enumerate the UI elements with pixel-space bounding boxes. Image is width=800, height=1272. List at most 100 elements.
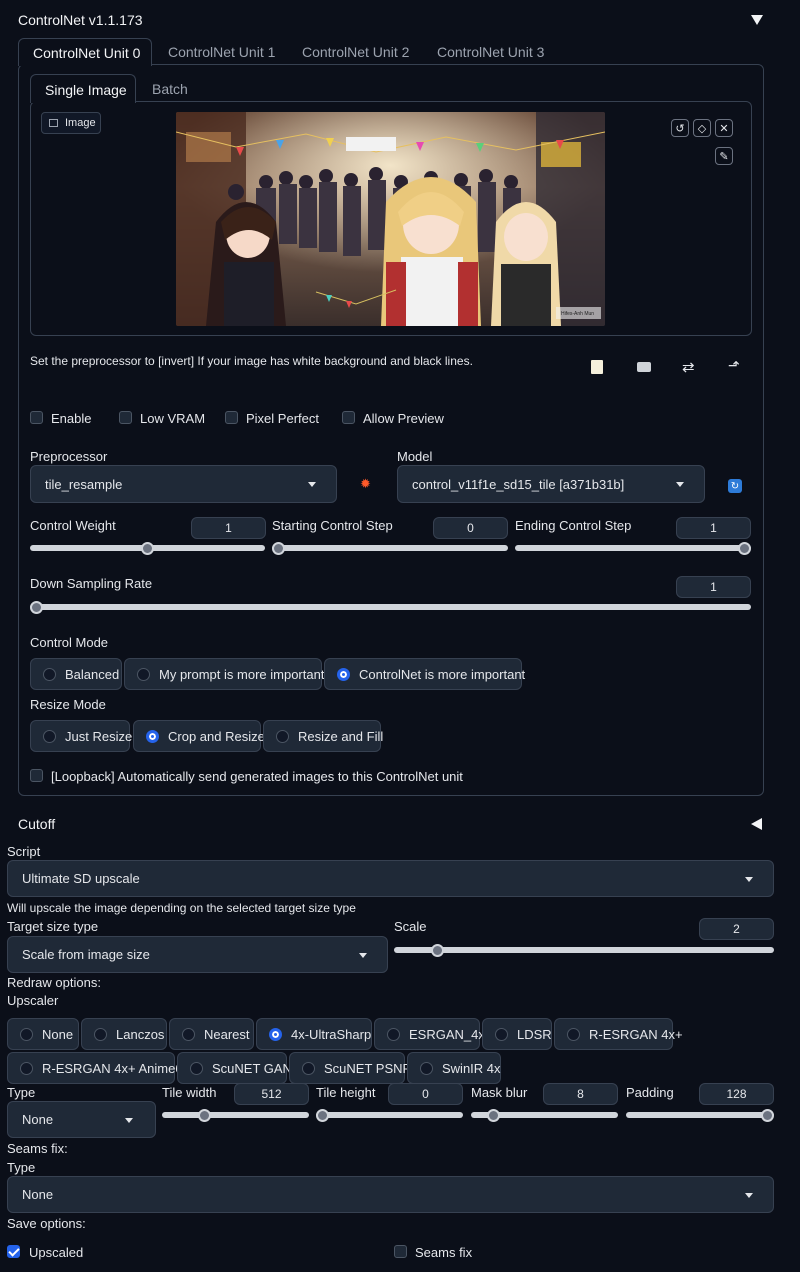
upscaler-lanczos[interactable]: Lanczos	[81, 1018, 167, 1050]
radio-label: ESRGAN_4x	[409, 1026, 485, 1042]
control-weight-slider[interactable]	[30, 541, 265, 555]
brush-icon[interactable]: ✎	[715, 147, 733, 165]
radio-dot	[94, 1027, 107, 1041]
allow-preview-checkbox[interactable]	[342, 411, 355, 424]
radio-dot	[276, 729, 289, 743]
slider-thumb[interactable]	[738, 541, 751, 555]
resize-mode-just-resize[interactable]: Just Resize	[30, 720, 132, 752]
scale-slider[interactable]	[394, 943, 774, 957]
refresh-models-icon[interactable]: ↻	[728, 479, 742, 493]
upscaler-4x-ultrasharp[interactable]: 4x-UltraSharp	[256, 1018, 372, 1050]
slider-thumb[interactable]	[272, 541, 285, 555]
radio-label: My prompt is more important	[159, 666, 325, 682]
controlnet-header[interactable]: ControlNet v1.1.173	[18, 12, 143, 28]
tile-height-input[interactable]: 0	[388, 1083, 463, 1105]
resize-mode-label: Resize Mode	[30, 697, 106, 712]
loopback-checkbox[interactable]	[30, 769, 43, 782]
slider-thumb[interactable]	[487, 1108, 501, 1122]
model-dropdown[interactable]: control_v11f1e_sd15_tile [a371b31b]	[397, 465, 705, 503]
down-sampling-rate-input[interactable]: 1	[676, 576, 751, 598]
slider-thumb[interactable]	[141, 541, 154, 555]
radio-dot	[337, 667, 350, 681]
tile-width-slider[interactable]	[162, 1108, 309, 1122]
scale-input[interactable]: 2	[699, 918, 774, 940]
tab-batch[interactable]: Batch	[152, 81, 188, 97]
upscaler-esrgan-4x[interactable]: ESRGAN_4x	[374, 1018, 485, 1050]
tab-controlnet-unit-3[interactable]: ControlNet Unit 3	[437, 44, 544, 60]
radio-dot	[20, 1061, 33, 1075]
rotate-icon[interactable]: ↺	[671, 119, 689, 137]
close-icon[interactable]: ✕	[715, 119, 733, 137]
radio-dot	[387, 1027, 400, 1041]
slider-thumb[interactable]	[761, 1108, 774, 1122]
resize-mode-crop-and-resize[interactable]: Crop and Resize	[133, 720, 265, 752]
model-value: control_v11f1e_sd15_tile [a371b31b]	[412, 476, 625, 492]
eraser-icon[interactable]: ◇	[693, 119, 711, 137]
mask-blur-slider[interactable]	[471, 1108, 618, 1122]
upscaler-r-esrgan-4x-plus-anime6b[interactable]: R-ESRGAN 4x+ Anime6B	[7, 1052, 191, 1084]
control-mode-prompt[interactable]: My prompt is more important	[124, 658, 325, 690]
image-icon	[49, 119, 58, 127]
tile-height-slider[interactable]	[316, 1108, 463, 1122]
target-size-type-dropdown[interactable]: Scale from image size	[7, 936, 388, 973]
seams-fix-header: Seams fix:	[7, 1141, 68, 1156]
cutoff-header[interactable]: Cutoff	[18, 816, 55, 832]
upscaled-checkbox[interactable]	[7, 1245, 20, 1258]
script-dropdown[interactable]: Ultimate SD upscale	[7, 860, 774, 897]
upscaler-scunet-gan[interactable]: ScuNET GAN	[177, 1052, 292, 1084]
collapse-arrow-icon[interactable]	[751, 15, 763, 25]
save-options-label: Save options:	[7, 1216, 86, 1231]
control-weight-input[interactable]: 1	[191, 517, 266, 539]
pixel-perfect-checkbox[interactable]	[225, 411, 238, 424]
preprocessor-label: Preprocessor	[30, 449, 108, 464]
starting-control-step-slider[interactable]	[272, 541, 508, 555]
slider-thumb[interactable]	[430, 943, 444, 957]
send-dimensions-icon[interactable]: ⬏	[728, 357, 740, 374]
image-label-badge: Image	[41, 112, 101, 134]
enable-label: Enable	[51, 411, 92, 426]
resize-mode-resize-and-fill[interactable]: Resize and Fill	[263, 720, 383, 752]
tab-single-image[interactable]: Single Image	[30, 74, 136, 103]
padding-input[interactable]: 128	[699, 1083, 774, 1105]
expand-arrow-icon[interactable]	[751, 818, 762, 830]
radio-dot	[43, 667, 56, 681]
slider-thumb[interactable]	[316, 1108, 329, 1122]
radio-dot	[567, 1027, 580, 1041]
radio-label: None	[42, 1026, 74, 1042]
ending-control-step-input[interactable]: 1	[676, 517, 751, 539]
camera-icon[interactable]	[637, 362, 651, 372]
radio-label: Nearest	[204, 1026, 250, 1042]
tile-width-input[interactable]: 512	[234, 1083, 309, 1105]
upscaler-ldsr[interactable]: LDSR	[482, 1018, 552, 1050]
enable-checkbox[interactable]	[30, 411, 43, 424]
tab-controlnet-unit-1[interactable]: ControlNet Unit 1	[168, 44, 275, 60]
upscaler-nearest[interactable]: Nearest	[169, 1018, 254, 1050]
type-dropdown[interactable]: None	[7, 1101, 156, 1138]
radio-label: SwinIR 4x	[442, 1060, 501, 1076]
slider-thumb[interactable]	[198, 1108, 212, 1122]
ending-control-step-slider[interactable]	[515, 541, 751, 555]
low-vram-checkbox[interactable]	[119, 411, 132, 424]
starting-control-step-input[interactable]: 0	[433, 517, 508, 539]
down-sampling-rate-slider[interactable]	[30, 600, 751, 614]
anime-crowd-illustration	[176, 112, 605, 326]
swap-icon[interactable]: ⇄	[682, 358, 695, 376]
upscaler-swinir-4x[interactable]: SwinIR 4x	[407, 1052, 501, 1084]
run-preprocessor-icon[interactable]: ✹	[360, 476, 371, 492]
seams-type-dropdown[interactable]: None	[7, 1176, 774, 1213]
seams-fix-checkbox[interactable]	[394, 1245, 407, 1258]
upscaler-none[interactable]: None	[7, 1018, 79, 1050]
control-mode-controlnet[interactable]: ControlNet is more important	[324, 658, 525, 690]
mask-blur-input[interactable]: 8	[543, 1083, 618, 1105]
preprocessor-dropdown[interactable]: tile_resample	[30, 465, 337, 503]
control-mode-balanced[interactable]: Balanced	[30, 658, 122, 690]
uploaded-image[interactable]: Hifes-Anh Mun	[176, 112, 605, 326]
new-canvas-icon[interactable]	[591, 360, 603, 374]
tab-controlnet-unit-0[interactable]: ControlNet Unit 0	[18, 38, 152, 66]
upscaler-scunet-psnr[interactable]: ScuNET PSNR	[289, 1052, 412, 1084]
tile-height-label: Tile height	[316, 1085, 376, 1100]
upscaler-r-esrgan-4x-plus[interactable]: R-ESRGAN 4x+	[554, 1018, 683, 1050]
padding-slider[interactable]	[626, 1108, 774, 1122]
slider-thumb[interactable]	[30, 600, 43, 614]
tab-controlnet-unit-2[interactable]: ControlNet Unit 2	[302, 44, 409, 60]
